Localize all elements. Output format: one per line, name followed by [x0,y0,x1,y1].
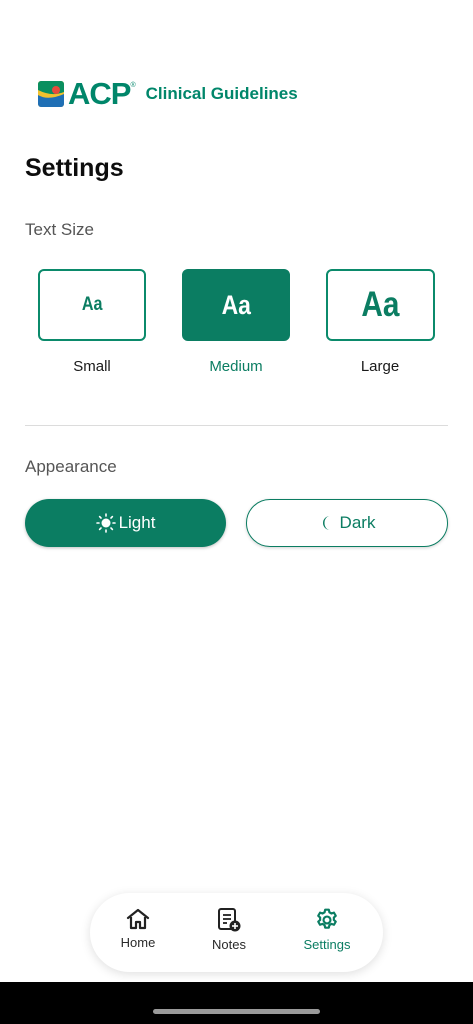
app-header: ACP ® Clinical Guidelines [38,76,298,111]
system-navigation-bar [0,982,473,1024]
moon-icon [322,516,330,530]
light-mode-label: Light [118,513,156,532]
sun-icon [95,513,116,533]
text-size-small-button[interactable]: Aa [38,269,146,341]
logo-wordmark: ACP [68,76,131,111]
app-subtitle: Clinical Guidelines [145,84,298,103]
nav-home-tab[interactable]: Home [98,907,178,962]
light-mode-button[interactable]: Light [25,499,226,547]
text-size-large-button[interactable]: Aa [326,269,435,341]
trademark-symbol: ® [130,82,136,89]
text-size-label: Text Size [25,220,94,239]
text-size-medium-label: Medium [209,358,263,375]
dark-mode-label: Dark [339,513,376,532]
gear-icon [317,908,337,929]
nav-settings-tab[interactable]: Settings [287,907,367,962]
section-divider [25,425,448,426]
text-size-medium-glyph: Aa [221,289,251,320]
acp-logo-icon [38,81,64,107]
page-title: Settings [25,154,124,182]
dark-mode-button[interactable]: Dark [246,499,448,547]
bottom-navigation: Home Notes Settings [90,893,383,972]
appearance-label: Appearance [25,457,117,476]
notes-add-icon [218,908,241,932]
text-size-large-label: Large [360,358,400,375]
nav-notes-label: Notes [212,937,246,952]
nav-home-label: Home [120,935,156,950]
nav-settings-label: Settings [303,937,351,952]
home-indicator-handle[interactable] [153,1009,320,1014]
text-size-large-glyph: Aa [361,285,400,324]
text-size-small-label: Small [73,358,111,375]
text-size-medium-button[interactable]: Aa [182,269,290,341]
nav-notes-tab[interactable]: Notes [189,907,269,962]
text-size-small-glyph: Aa [81,294,103,315]
home-icon [126,908,150,930]
